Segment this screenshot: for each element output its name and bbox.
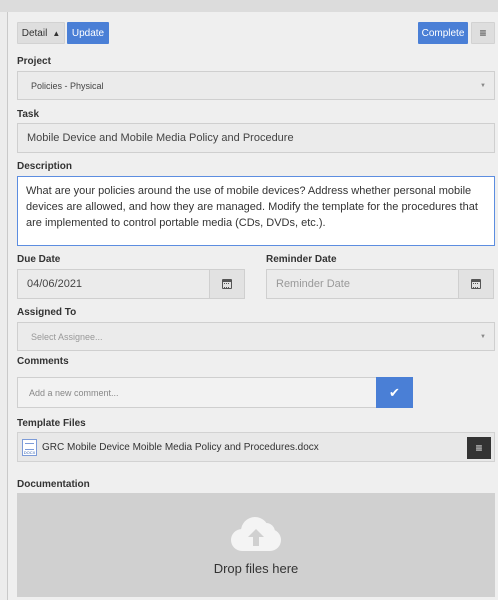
- documentation-label: Documentation: [17, 479, 90, 490]
- due-date-picker-button[interactable]: [209, 269, 245, 299]
- assignee-placeholder: Select Assignee...: [31, 331, 103, 342]
- assigned-to-label: Assigned To: [17, 307, 77, 318]
- file-menu-icon[interactable]: ≡: [467, 437, 491, 459]
- caret-up-icon: ▲: [52, 28, 61, 38]
- hamburger-menu-icon[interactable]: ≡: [471, 22, 495, 44]
- template-files-label: Template Files: [17, 418, 86, 429]
- docx-file-icon: DOCX: [22, 438, 37, 456]
- reminder-date-picker-button[interactable]: [458, 269, 494, 299]
- calendar-icon: [222, 279, 232, 289]
- project-value: Policies - Physical: [31, 80, 104, 91]
- reminder-date-placeholder: Reminder Date: [276, 278, 350, 290]
- detail-toggle-button[interactable]: Detail ▲: [17, 22, 65, 44]
- description-label: Description: [17, 161, 73, 172]
- due-date-label: Due Date: [17, 254, 61, 265]
- template-file-item[interactable]: DOCX GRC Mobile Device Moible Media Poli…: [17, 432, 495, 462]
- comment-placeholder: Add a new comment...: [29, 387, 119, 398]
- comments-label: Comments: [17, 356, 69, 367]
- task-value: Mobile Device and Mobile Media Policy an…: [27, 132, 294, 144]
- dropzone-text: Drop files here: [213, 560, 299, 576]
- task-field[interactable]: Mobile Device and Mobile Media Policy an…: [17, 123, 495, 153]
- due-date-input[interactable]: 04/06/2021: [17, 269, 210, 299]
- top-bar: [0, 0, 498, 12]
- detail-button-label: Detail: [21, 27, 48, 39]
- cloud-upload-icon: [231, 515, 281, 551]
- description-textarea[interactable]: What are your policies around the use of…: [17, 176, 495, 246]
- chevron-down-icon: ▼: [480, 333, 486, 340]
- due-date-value: 04/06/2021: [27, 278, 83, 290]
- task-label: Task: [17, 109, 40, 120]
- reminder-date-label: Reminder Date: [266, 254, 337, 265]
- template-file-name[interactable]: GRC Mobile Device Moible Media Policy an…: [42, 442, 319, 453]
- project-select[interactable]: Policies - Physical ▼: [17, 71, 495, 100]
- update-button[interactable]: Update: [67, 22, 109, 44]
- complete-button[interactable]: Complete: [418, 22, 468, 44]
- assignee-select[interactable]: Select Assignee... ▼: [17, 322, 495, 351]
- calendar-icon: [471, 279, 481, 289]
- submit-comment-button[interactable]: ✔: [376, 377, 413, 408]
- project-label: Project: [17, 56, 51, 67]
- checkmark-icon: ✔: [389, 384, 400, 400]
- file-dropzone[interactable]: Drop files here: [17, 493, 495, 597]
- chevron-down-icon: ▼: [480, 82, 486, 89]
- reminder-date-input[interactable]: Reminder Date: [266, 269, 459, 299]
- comment-input[interactable]: Add a new comment...: [17, 377, 377, 408]
